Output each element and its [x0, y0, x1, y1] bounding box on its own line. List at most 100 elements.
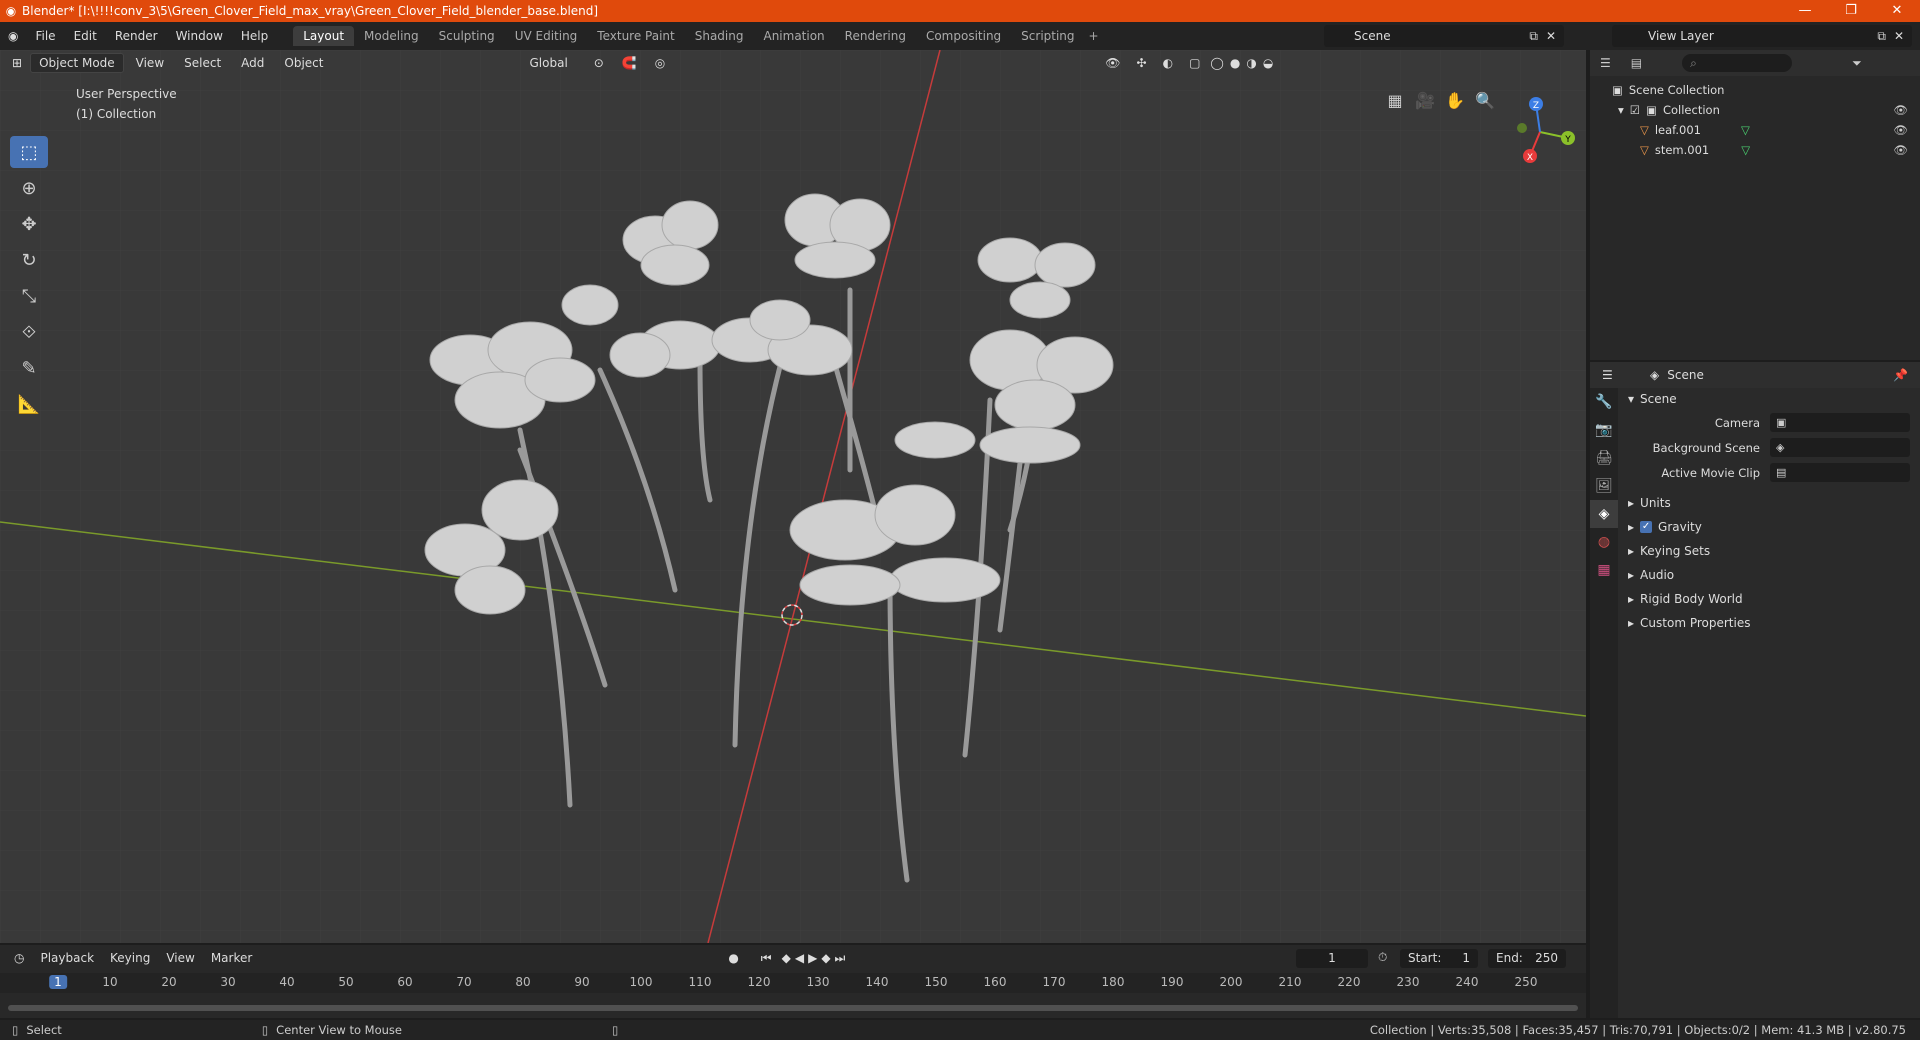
snap-icon[interactable]: 🧲 — [622, 56, 637, 70]
viewport-menu-add[interactable]: Add — [233, 54, 272, 72]
minimize-icon[interactable]: — — [1782, 0, 1828, 22]
xray-icon[interactable]: ▢ — [1189, 56, 1200, 70]
tab-animation[interactable]: Animation — [753, 26, 834, 46]
pan-hand-icon[interactable]: ✋ — [1440, 86, 1470, 114]
properties-editor-icon[interactable]: ☰ — [1602, 368, 1613, 382]
viewport-menu-object[interactable]: Object — [276, 54, 331, 72]
tab-modeling[interactable]: Modeling — [354, 26, 429, 46]
3d-viewport[interactable]: ⊞ Object Mode View Select Add Object Global… — [0, 50, 1586, 943]
collection-checkbox[interactable]: ☑ — [1630, 103, 1640, 117]
viewport-menu-view[interactable]: View — [128, 54, 172, 72]
timeline-editor[interactable]: ◷ Playback Keying View Marker ● ⏮ ◆ ◀ ▶ ◆ ⏭… — [0, 945, 1586, 1018]
keying-sets-section[interactable]: ▸ Keying Sets — [1620, 539, 1920, 563]
outliner-item-stem[interactable]: ▽ stem.001 ▽ 👁 — [1590, 140, 1920, 160]
select-box-tool-icon[interactable]: ⬚ — [10, 136, 48, 168]
start-frame-field[interactable]: Start: 1 — [1400, 949, 1478, 968]
collection-row[interactable]: ▾ ☑ ▣ Collection 👁 — [1590, 100, 1920, 120]
play-icon[interactable]: ▶ — [806, 951, 819, 965]
shading-rendered-icon[interactable]: ◒ — [1263, 56, 1273, 70]
gravity-checkbox[interactable]: ✓ — [1640, 521, 1653, 533]
record-icon[interactable]: ● — [720, 951, 746, 965]
menu-render[interactable]: Render — [106, 29, 167, 43]
outliner-editor-icon[interactable]: ☰ — [1600, 56, 1611, 70]
scene-close-icon[interactable]: ✕ — [1546, 29, 1556, 43]
tab-rendering[interactable]: Rendering — [835, 26, 916, 46]
eye-icon[interactable]: 👁 — [1893, 143, 1908, 157]
restore-icon[interactable]: ❐ — [1828, 0, 1874, 22]
units-section[interactable]: ▸ Units — [1620, 491, 1920, 515]
prev-keyframe-icon[interactable]: ◆ — [780, 951, 793, 965]
playhead-frame-marker[interactable]: 1 — [49, 975, 67, 989]
move-tool-icon[interactable]: ✥ — [10, 208, 48, 240]
menu-help[interactable]: Help — [232, 29, 277, 43]
play-reverse-icon[interactable]: ◀ — [793, 951, 806, 965]
viewport-menu-select[interactable]: Select — [176, 54, 229, 72]
jump-start-icon[interactable]: ⏮ — [753, 951, 780, 966]
expand-arrow-icon[interactable]: ▾ — [1618, 103, 1624, 117]
timeline-menu-playback[interactable]: Playback — [32, 951, 102, 965]
camera-view-icon[interactable]: 🎥 — [1410, 86, 1440, 114]
tab-sculpting[interactable]: Sculpting — [429, 26, 505, 46]
viewport-canvas[interactable] — [0, 50, 1586, 943]
texture-tab-icon[interactable]: ▦ — [1590, 556, 1618, 584]
zoom-icon[interactable]: 🔍 — [1470, 86, 1500, 114]
mode-dropdown[interactable]: Object Mode — [30, 53, 124, 73]
view-layer-tab-icon[interactable]: 🖼 — [1590, 472, 1618, 500]
tool-tab-icon[interactable]: 🔧 — [1590, 388, 1618, 416]
end-frame-field[interactable]: End: 250 — [1488, 949, 1566, 968]
timeline-editor-icon[interactable]: ◷ — [6, 951, 32, 965]
menu-window[interactable]: Window — [167, 29, 232, 43]
timeline-scrollbar[interactable] — [8, 1005, 1578, 1011]
gizmo-toggle-icon[interactable]: ✣ — [1137, 56, 1147, 70]
scene-tab-icon[interactable]: ◈ — [1590, 500, 1618, 528]
view-layer-copy-icon[interactable]: ⧉ — [1877, 29, 1886, 44]
transform-tool-icon[interactable]: ⟐ — [10, 316, 48, 348]
tab-shading[interactable]: Shading — [685, 26, 754, 46]
timeline-menu-keying[interactable]: Keying — [102, 951, 158, 965]
render-tab-icon[interactable]: 📷 — [1590, 416, 1618, 444]
eye-icon[interactable]: 👁 — [1893, 103, 1908, 117]
view-layer-selector[interactable]: View Layer ⧉ ✕ — [1612, 25, 1912, 47]
timeline-ruler[interactable]: 1 10 20 30 40 50 60 70 80 90 100 110 120 130 140 150 16… — [0, 973, 1586, 993]
navigation-gizmo[interactable]: Y Z X — [1500, 92, 1580, 172]
scene-copy-icon[interactable]: ⧉ — [1529, 29, 1538, 44]
scene-collection-row[interactable]: ▣ Scene Collection — [1590, 80, 1920, 100]
custom-properties-section[interactable]: ▸ Custom Properties — [1620, 611, 1920, 635]
jump-end-icon[interactable]: ⏭ — [833, 951, 848, 966]
timeline-menu-marker[interactable]: Marker — [203, 951, 260, 965]
gravity-section[interactable]: ▸ ✓ Gravity — [1620, 515, 1920, 539]
filter-icon[interactable]: ⏷ — [1852, 56, 1862, 71]
view-layer-close-icon[interactable]: ✕ — [1894, 29, 1904, 43]
next-keyframe-icon[interactable]: ◆ — [819, 951, 832, 965]
background-scene-field[interactable]: ◈ — [1770, 438, 1910, 457]
world-tab-icon[interactable]: ◍ — [1590, 528, 1618, 556]
transform-orientation-dropdown[interactable]: Global — [522, 54, 576, 72]
audio-section[interactable]: ▸ Audio — [1620, 563, 1920, 587]
grid-view-icon[interactable]: ▦ — [1380, 86, 1410, 114]
overlay-toggle-icon[interactable]: ◐ — [1163, 56, 1173, 70]
add-workspace-icon[interactable]: + — [1089, 29, 1099, 43]
proportional-edit-icon[interactable]: ◎ — [655, 56, 665, 70]
cursor-tool-icon[interactable]: ⊕ — [10, 172, 48, 204]
tab-layout[interactable]: Layout — [293, 26, 355, 46]
menu-edit[interactable]: Edit — [65, 29, 106, 43]
tab-texture-paint[interactable]: Texture Paint — [587, 26, 684, 46]
menu-file[interactable]: File — [26, 29, 64, 43]
display-mode-icon[interactable]: ▤ — [1631, 56, 1642, 70]
shading-material-icon[interactable]: ◑ — [1246, 56, 1256, 70]
timeline-menu-view[interactable]: View — [158, 951, 202, 965]
editor-type-icon[interactable]: ⊞ — [12, 56, 22, 70]
movie-clip-field[interactable]: ▤ — [1770, 463, 1910, 482]
scale-tool-icon[interactable]: ⤡ — [10, 280, 48, 312]
tab-compositing[interactable]: Compositing — [916, 26, 1011, 46]
eye-icon[interactable]: 👁 — [1893, 123, 1908, 137]
pivot-icon[interactable]: ⊙ — [594, 56, 604, 70]
tab-uv-editing[interactable]: UV Editing — [505, 26, 588, 46]
scene-panel-header[interactable]: ▾ Scene — [1620, 388, 1920, 410]
shading-wireframe-icon[interactable]: ◯ — [1210, 56, 1223, 70]
rigid-body-world-section[interactable]: ▸ Rigid Body World — [1620, 587, 1920, 611]
clock-icon[interactable]: ⏱ — [1378, 950, 1387, 965]
output-tab-icon[interactable]: 🖨 — [1590, 444, 1618, 472]
tab-scripting[interactable]: Scripting — [1011, 26, 1084, 46]
scene-selector[interactable]: Scene ⧉ ✕ — [1324, 25, 1564, 47]
